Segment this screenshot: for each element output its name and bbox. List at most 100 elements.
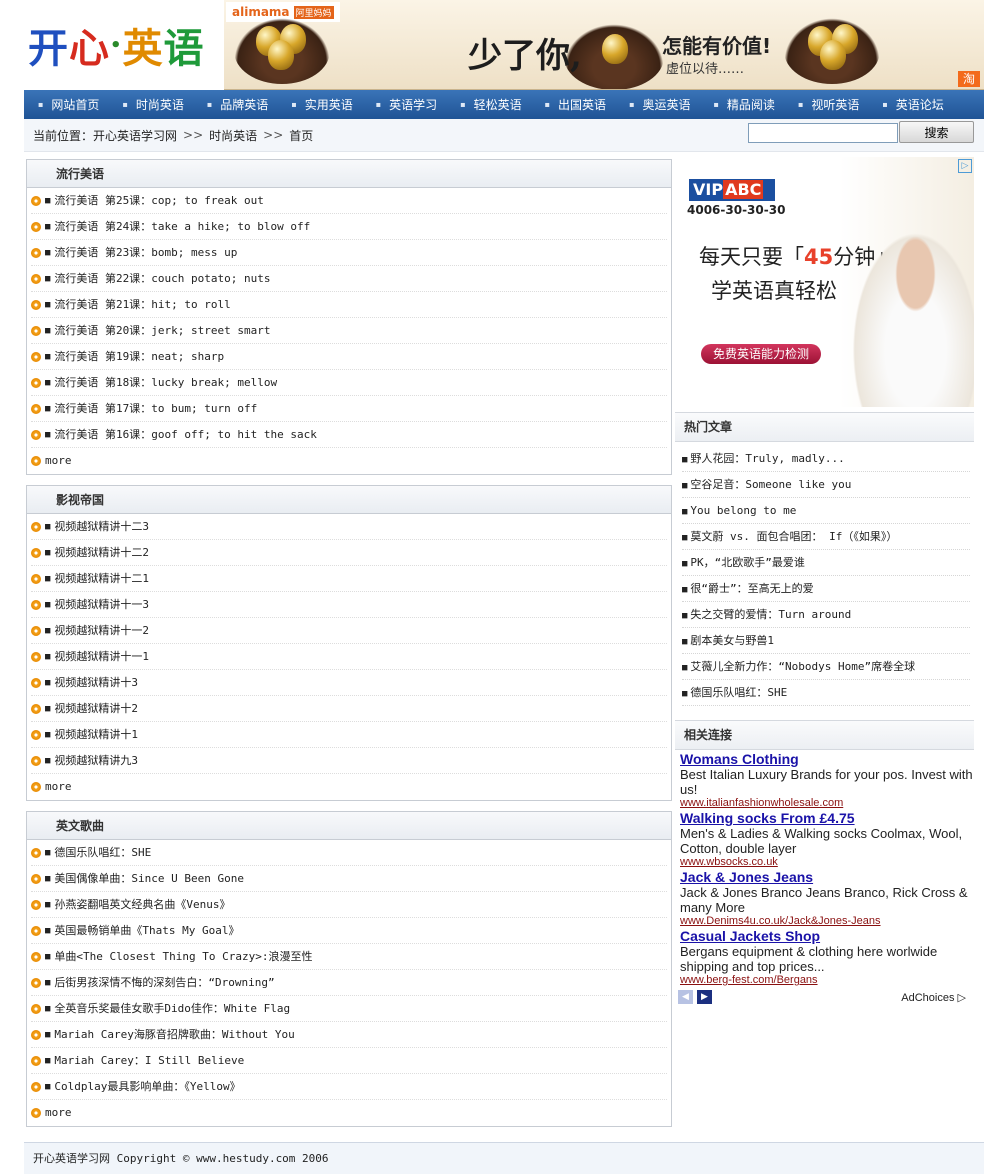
prev-arrow-icon[interactable]: ◀ bbox=[678, 990, 693, 1004]
list-item[interactable]: ■ 视频越狱精讲十一2 bbox=[31, 618, 667, 644]
ad-link-title[interactable]: Walking socks From £4.75 bbox=[680, 811, 974, 826]
list-item-link[interactable]: 视频越狱精讲十二1 bbox=[54, 566, 149, 592]
list-item[interactable]: ■ 流行美语 第21课：hit; to roll bbox=[31, 292, 667, 318]
list-item-link[interactable]: 流行美语 第24课：take a hike; to blow off bbox=[54, 214, 310, 240]
hot-article-item[interactable]: ■ 空谷足音：Someone like you bbox=[682, 472, 970, 498]
list-item-link[interactable]: 英国最畅销单曲《Thats My Goal》 bbox=[54, 918, 239, 944]
list-item-link[interactable]: 后街男孩深情不悔的深刻告白：“Drowning” bbox=[54, 970, 274, 996]
hot-article-item[interactable]: ■ 艾薇儿全新力作：“Nobodys Home”席卷全球 bbox=[682, 654, 970, 680]
list-item-link[interactable]: 全英音乐奖最佳女歌手Dido佳作：White Flag bbox=[54, 996, 290, 1022]
list-item-link[interactable]: Mariah Carey海豚音招牌歌曲：Without You bbox=[54, 1022, 294, 1048]
list-item[interactable]: ■ 全英音乐奖最佳女歌手Dido佳作：White Flag bbox=[31, 996, 667, 1022]
list-item[interactable]: ■ 流行美语 第18课：lucky break; mellow bbox=[31, 370, 667, 396]
list-item-link[interactable]: 流行美语 第18课：lucky break; mellow bbox=[54, 370, 277, 396]
more-link[interactable]: more bbox=[45, 774, 72, 800]
more-link[interactable]: more bbox=[45, 448, 72, 474]
list-item-link[interactable]: 单曲<The Closest Thing To Crazy>:浪漫至性 bbox=[54, 944, 312, 970]
nav-item[interactable]: 出国英语 bbox=[545, 96, 606, 113]
nav-item[interactable]: 轻松英语 bbox=[460, 96, 522, 113]
search-input[interactable] bbox=[748, 123, 898, 143]
list-item[interactable]: ■ 视频越狱精讲十一1 bbox=[31, 644, 667, 670]
hot-article-item[interactable]: ■ You belong to me bbox=[682, 498, 970, 524]
hot-article-link[interactable]: 很“爵士”：至高无上的爱 bbox=[690, 582, 813, 595]
list-item-link[interactable]: 流行美语 第17课：to bum; turn off bbox=[54, 396, 257, 422]
list-item[interactable]: ■ 视频越狱精讲九3 bbox=[31, 748, 667, 774]
nav-item[interactable]: 实用英语 bbox=[291, 96, 353, 113]
ad-link-title[interactable]: Jack & Jones Jeans bbox=[680, 870, 974, 885]
list-item-link[interactable]: 流行美语 第20课：jerk; street smart bbox=[54, 318, 270, 344]
list-item[interactable]: ■ 视频越狱精讲十二2 bbox=[31, 540, 667, 566]
hot-article-link[interactable]: 野人花园：Truly, madly... bbox=[690, 452, 844, 465]
nav-item[interactable]: 视听英语 bbox=[798, 96, 859, 113]
more-link-row[interactable]: more bbox=[31, 774, 667, 800]
list-item-link[interactable]: 视频越狱精讲十3 bbox=[54, 670, 138, 696]
hot-article-link[interactable]: 剧本美女与野兽1 bbox=[690, 634, 774, 647]
nav-item[interactable]: 精品阅读 bbox=[714, 96, 775, 113]
list-item-link[interactable]: 视频越狱精讲十一3 bbox=[54, 592, 149, 618]
list-item-link[interactable]: 流行美语 第22课：couch potato; nuts bbox=[54, 266, 270, 292]
list-item[interactable]: ■ 视频越狱精讲十2 bbox=[31, 696, 667, 722]
nav-item[interactable]: 时尚英语 bbox=[122, 96, 184, 113]
list-item-link[interactable]: 美国偶像单曲：Since U Been Gone bbox=[54, 866, 244, 892]
hot-article-link[interactable]: 德国乐队唱红：SHE bbox=[690, 686, 787, 699]
list-item[interactable]: ■ 流行美语 第23课：bomb; mess up bbox=[31, 240, 667, 266]
list-item[interactable]: ■ 美国偶像单曲：Since U Been Gone bbox=[31, 866, 667, 892]
hot-article-item[interactable]: ■ 失之交臂的爱情：Turn around bbox=[682, 602, 970, 628]
breadcrumb-link-fashion[interactable]: 时尚英语 bbox=[209, 127, 257, 144]
list-item-link[interactable]: Mariah Carey：I Still Believe bbox=[54, 1048, 244, 1074]
list-item-link[interactable]: Coldplay最具影响单曲：《Yellow》 bbox=[54, 1074, 240, 1100]
list-item[interactable]: ■ 视频越狱精讲十二1 bbox=[31, 566, 667, 592]
list-item-link[interactable]: 视频越狱精讲九3 bbox=[54, 748, 138, 774]
list-item-link[interactable]: 德国乐队唱红：SHE bbox=[54, 840, 151, 866]
list-item[interactable]: ■ 视频越狱精讲十一3 bbox=[31, 592, 667, 618]
list-item[interactable]: ■ 单曲<The Closest Thing To Crazy>:浪漫至性 bbox=[31, 944, 667, 970]
nav-item[interactable]: 奥运英语 bbox=[629, 96, 690, 113]
breadcrumb-link-home[interactable]: 开心英语学习网 bbox=[93, 127, 177, 144]
list-item[interactable]: ■ 流行美语 第24课：take a hike; to blow off bbox=[31, 214, 667, 240]
list-item[interactable]: ■ 流行美语 第17课：to bum; turn off bbox=[31, 396, 667, 422]
list-item[interactable]: ■ 流行美语 第22课：couch potato; nuts bbox=[31, 266, 667, 292]
ad-info-icon[interactable]: ▷ bbox=[958, 159, 972, 173]
list-item-link[interactable]: 视频越狱精讲十二3 bbox=[54, 514, 149, 540]
list-item[interactable]: ■ 视频越狱精讲十二3 bbox=[31, 514, 667, 540]
hot-article-link[interactable]: 莫文蔚 vs. 面包合唱团： If（《如果》） bbox=[690, 530, 897, 543]
ad-link-url[interactable]: www.italianfashionwholesale.com bbox=[680, 797, 974, 809]
site-logo[interactable]: 开心 • 英语 bbox=[24, 0, 224, 90]
list-item-link[interactable]: 视频越狱精讲十二2 bbox=[54, 540, 149, 566]
hot-article-link[interactable]: PK，“北欧歌手”最爱谁 bbox=[690, 556, 805, 569]
banner-ad[interactable]: alimama 阿里妈妈 少了你, 怎能有价值! 虚位以待…… 淘 bbox=[224, 0, 984, 90]
list-item[interactable]: ■ 英国最畅销单曲《Thats My Goal》 bbox=[31, 918, 667, 944]
list-item[interactable]: ■ Mariah Carey海豚音招牌歌曲：Without You bbox=[31, 1022, 667, 1048]
list-item-link[interactable]: 流行美语 第19课：neat; sharp bbox=[54, 344, 224, 370]
list-item[interactable]: ■ 流行美语 第20课：jerk; street smart bbox=[31, 318, 667, 344]
more-link-row[interactable]: more bbox=[31, 1100, 667, 1126]
ad-link-title[interactable]: Casual Jackets Shop bbox=[680, 929, 974, 944]
list-item[interactable]: ■ Coldplay最具影响单曲：《Yellow》 bbox=[31, 1074, 667, 1100]
list-item[interactable]: ■ 后街男孩深情不悔的深刻告白：“Drowning” bbox=[31, 970, 667, 996]
list-item[interactable]: ■ 视频越狱精讲十3 bbox=[31, 670, 667, 696]
list-item-link[interactable]: 流行美语 第21课：hit; to roll bbox=[54, 292, 230, 318]
hot-article-item[interactable]: ■ 野人花园：Truly, madly... bbox=[682, 446, 970, 472]
list-item[interactable]: ■ 流行美语 第25课：cop; to freak out bbox=[31, 188, 667, 214]
hot-article-link[interactable]: 失之交臂的爱情：Turn around bbox=[690, 608, 851, 621]
list-item-link[interactable]: 流行美语 第23课：bomb; mess up bbox=[54, 240, 237, 266]
hot-article-link[interactable]: You belong to me bbox=[690, 504, 796, 517]
hot-article-item[interactable]: ■ 德国乐队唱红：SHE bbox=[682, 680, 970, 706]
vipabc-ad[interactable]: ▷ VIPABC 4006-30-30-30 每天只要「45分钟」 学英语真轻松… bbox=[675, 157, 974, 407]
ad-link-url[interactable]: www.Denims4u.co.uk/Jack&Jones-Jeans bbox=[680, 915, 974, 927]
list-item-link[interactable]: 视频越狱精讲十1 bbox=[54, 722, 138, 748]
hot-article-link[interactable]: 空谷足音：Someone like you bbox=[690, 478, 851, 491]
list-item-link[interactable]: 流行美语 第25课：cop; to freak out bbox=[54, 188, 263, 214]
free-test-button[interactable]: 免费英语能力检测 bbox=[701, 344, 821, 364]
more-link[interactable]: more bbox=[45, 1100, 72, 1126]
nav-item[interactable]: 品牌英语 bbox=[207, 96, 268, 113]
list-item-link[interactable]: 视频越狱精讲十一1 bbox=[54, 644, 149, 670]
ad-link-title[interactable]: Womans Clothing bbox=[680, 752, 974, 767]
hot-article-item[interactable]: ■ PK，“北欧歌手”最爱谁 bbox=[682, 550, 970, 576]
list-item[interactable]: ■ 孙燕姿翻唱英文经典名曲《Venus》 bbox=[31, 892, 667, 918]
list-item-link[interactable]: 视频越狱精讲十一2 bbox=[54, 618, 149, 644]
list-item-link[interactable]: 孙燕姿翻唱英文经典名曲《Venus》 bbox=[54, 892, 230, 918]
nav-item[interactable]: 英语学习 bbox=[376, 96, 437, 113]
more-link-row[interactable]: more bbox=[31, 448, 667, 474]
list-item[interactable]: ■ 流行美语 第19课：neat; sharp bbox=[31, 344, 667, 370]
